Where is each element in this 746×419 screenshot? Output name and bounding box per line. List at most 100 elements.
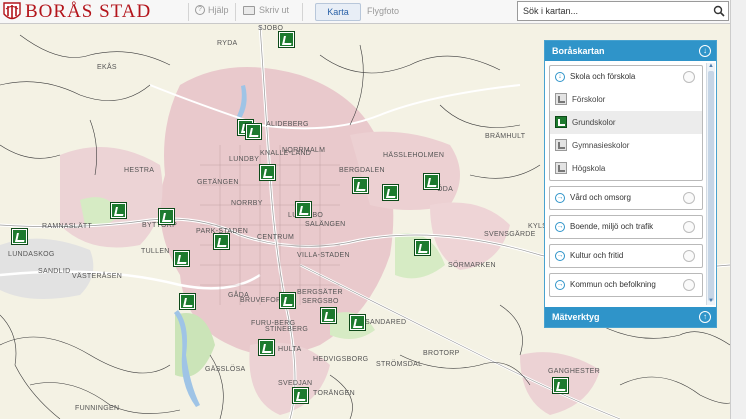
help-icon: ? bbox=[195, 5, 205, 15]
place-label: CENTRUM bbox=[257, 234, 295, 241]
layer-group-schools: ↓ Skola och förskola Förskolor Grundskol… bbox=[549, 65, 703, 181]
place-label: HÄSSLEHOLMEN bbox=[383, 152, 445, 159]
layer-group-header[interactable]: → Boende, miljö och trafik bbox=[550, 216, 702, 238]
school-marker[interactable] bbox=[279, 292, 296, 309]
school-marker[interactable] bbox=[382, 184, 399, 201]
group-label: Skola och förskola bbox=[570, 72, 636, 81]
arrow-right-icon: → bbox=[555, 280, 565, 290]
toggle-icon[interactable] bbox=[683, 192, 695, 204]
expand-arrow-icon: ↓ bbox=[555, 72, 565, 82]
school-marker[interactable] bbox=[11, 228, 28, 245]
school-marker[interactable] bbox=[258, 339, 275, 356]
place-label: SVEDJAN bbox=[278, 380, 313, 387]
group-label: Boende, miljö och trafik bbox=[570, 222, 654, 231]
preschool-icon bbox=[555, 93, 567, 105]
layer-item-grundskolor[interactable]: Grundskolor bbox=[550, 111, 702, 134]
toggle-icon[interactable] bbox=[683, 279, 695, 291]
layer-group-header[interactable]: → Kultur och fritid bbox=[550, 245, 702, 267]
layer-group-culture: → Kultur och fritid bbox=[549, 244, 703, 268]
help-button[interactable]: ? Hjälp bbox=[195, 5, 229, 15]
collapse-icon[interactable]: ↓ bbox=[699, 45, 711, 57]
scroll-thumb[interactable] bbox=[708, 71, 714, 301]
layer-list: ↓ Skola och förskola Förskolor Grundskol… bbox=[549, 65, 703, 305]
print-button[interactable]: Skriv ut bbox=[243, 5, 289, 15]
place-label: LUNDBY bbox=[229, 156, 260, 163]
school-marker[interactable] bbox=[278, 31, 295, 48]
place-label: EKÅS bbox=[97, 64, 117, 71]
school-marker[interactable] bbox=[259, 164, 276, 181]
place-label: HEDVIGSBORG bbox=[313, 356, 369, 363]
layer-label: Gymnasieskolor bbox=[572, 141, 630, 150]
place-label: SALÄNGEN bbox=[305, 221, 346, 228]
school-marker[interactable] bbox=[320, 307, 337, 324]
layer-item-hogskola[interactable]: Högskola bbox=[550, 157, 702, 180]
place-label: TORÄNGEN bbox=[313, 390, 355, 397]
university-icon bbox=[555, 162, 567, 174]
layer-panel: Boråskartan ↓ ↓ Skola och förskola Försk… bbox=[544, 40, 717, 328]
layer-group-municipality: → Kommun och befolkning bbox=[549, 273, 703, 297]
group-label: Kommun och befolkning bbox=[570, 280, 656, 289]
measure-tool-label: Mätverktyg bbox=[552, 312, 600, 322]
borås-stad-logo[interactable]: BORÅS STAD bbox=[3, 2, 151, 22]
school-marker[interactable] bbox=[292, 387, 309, 404]
scroll-up-icon[interactable]: ▲ bbox=[707, 63, 715, 70]
scroll-down-icon[interactable]: ▼ bbox=[707, 298, 715, 305]
place-label: STRÖMSDAL bbox=[376, 361, 423, 368]
layer-label: Grundskolor bbox=[572, 118, 616, 127]
tab-map[interactable]: Karta bbox=[315, 3, 361, 21]
school-marker[interactable] bbox=[245, 123, 262, 140]
layer-item-gymnasieskolor[interactable]: Gymnasieskolor bbox=[550, 134, 702, 157]
layer-label: Högskola bbox=[572, 164, 606, 173]
search-input[interactable]: Sök i kartan... bbox=[517, 1, 729, 21]
divider bbox=[302, 3, 303, 21]
panel-header[interactable]: Boråskartan ↓ bbox=[545, 41, 716, 61]
school-marker[interactable] bbox=[179, 293, 196, 310]
search-icon[interactable] bbox=[712, 4, 726, 18]
search-placeholder: Sök i kartan... bbox=[523, 6, 579, 16]
place-label: SJÖBO bbox=[258, 25, 284, 32]
layer-group-header[interactable]: → Vård och omsorg bbox=[550, 187, 702, 209]
toggle-icon[interactable] bbox=[683, 71, 695, 83]
place-label: BRÄMHULT bbox=[485, 133, 526, 140]
school-marker[interactable] bbox=[158, 208, 175, 225]
school-marker[interactable] bbox=[352, 177, 369, 194]
school-marker[interactable] bbox=[295, 201, 312, 218]
arrow-right-icon: → bbox=[555, 193, 565, 203]
place-label: ÖDA bbox=[437, 186, 454, 193]
place-label: SVENSGÄRDE bbox=[484, 231, 536, 238]
panel-scrollbar[interactable]: ▲ ▼ bbox=[706, 63, 715, 305]
place-label: GANGHESTER bbox=[548, 368, 601, 375]
school-marker[interactable] bbox=[110, 202, 127, 219]
school-marker[interactable] bbox=[173, 250, 190, 267]
school-marker[interactable] bbox=[423, 173, 440, 190]
group-label: Vård och omsorg bbox=[570, 193, 631, 202]
divider bbox=[235, 3, 236, 21]
layer-item-forskolor[interactable]: Förskolor bbox=[550, 88, 702, 111]
expand-up-icon[interactable]: ↑ bbox=[699, 311, 711, 323]
school-marker[interactable] bbox=[349, 314, 366, 331]
place-label: BROTORP bbox=[423, 350, 460, 357]
layer-group-care: → Vård och omsorg bbox=[549, 186, 703, 210]
place-label: SÖRMARKEN bbox=[448, 262, 496, 269]
measure-tool-bar[interactable]: Mätverktyg ↑ bbox=[545, 307, 716, 327]
place-label: SERGSBO bbox=[302, 298, 339, 305]
place-label: FUNNINGEN bbox=[75, 405, 120, 412]
school-marker[interactable] bbox=[552, 377, 569, 394]
arrow-right-icon: → bbox=[555, 251, 565, 261]
school-marker[interactable] bbox=[414, 239, 431, 256]
toggle-icon[interactable] bbox=[683, 250, 695, 262]
crest-icon bbox=[3, 2, 21, 20]
arrow-right-icon: → bbox=[555, 222, 565, 232]
layer-group-header[interactable]: → Kommun och befolkning bbox=[550, 274, 702, 296]
place-label: HULTA bbox=[278, 346, 302, 353]
layer-group-header[interactable]: ↓ Skola och förskola bbox=[550, 66, 702, 88]
place-label: SANDARED bbox=[365, 319, 407, 326]
group-label: Kultur och fritid bbox=[570, 251, 624, 260]
place-label: HESTRA bbox=[124, 167, 155, 174]
place-label: VÄSTERÅSEN bbox=[72, 273, 123, 280]
layer-group-housing: → Boende, miljö och trafik bbox=[549, 215, 703, 239]
window-right-edge bbox=[730, 0, 746, 419]
school-marker[interactable] bbox=[213, 233, 230, 250]
toggle-icon[interactable] bbox=[683, 221, 695, 233]
tab-aerial[interactable]: Flygfoto bbox=[367, 6, 399, 16]
